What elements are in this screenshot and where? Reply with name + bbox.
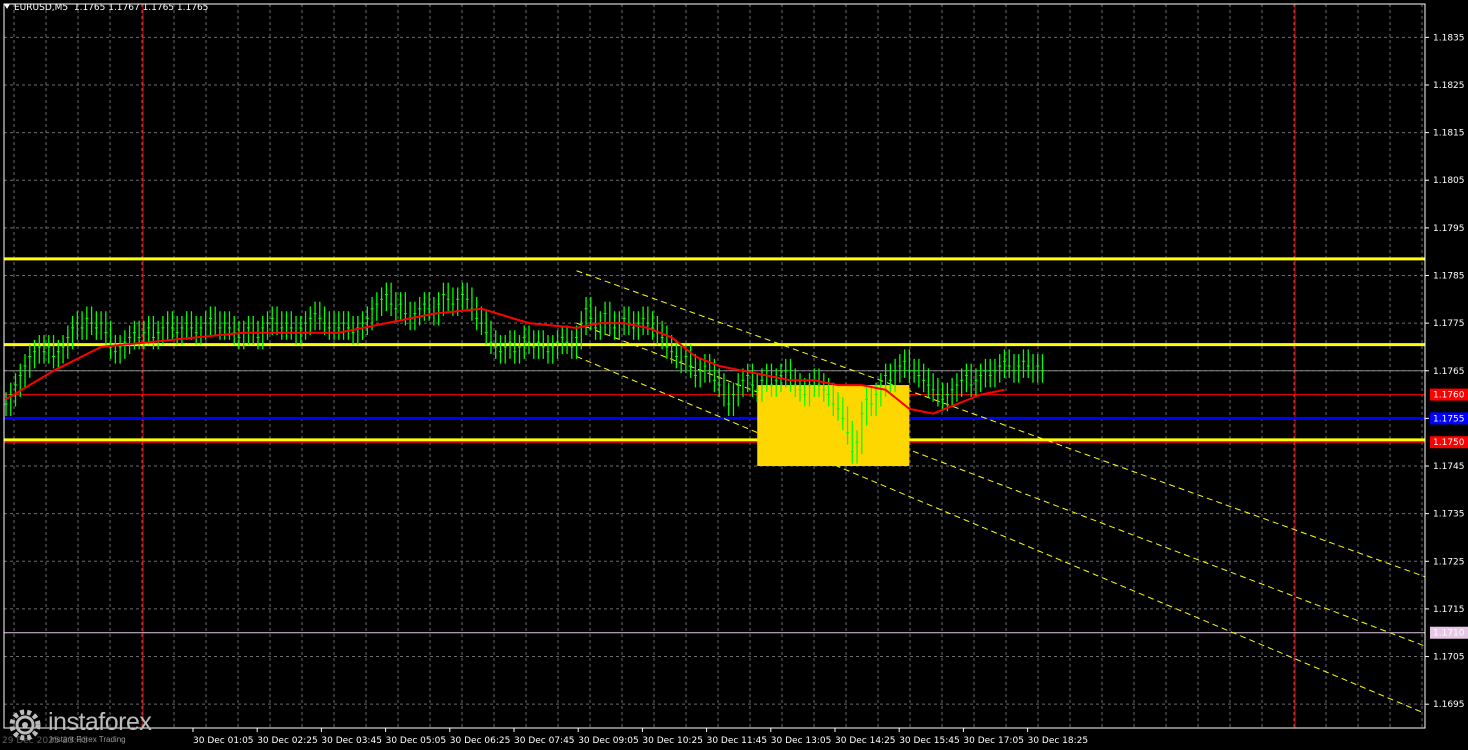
y-tick-label: 1.1725 bbox=[1433, 557, 1465, 567]
x-tick-label: 30 Dec 17:05 bbox=[963, 736, 1024, 746]
y-tick-label: 1.1815 bbox=[1433, 129, 1465, 139]
y-tick-label: 1.1705 bbox=[1433, 653, 1465, 663]
y-tick-label: 1.1825 bbox=[1433, 81, 1465, 91]
x-tick-label: 30 Dec 11:45 bbox=[707, 736, 768, 746]
x-tick-label: 30 Dec 13:05 bbox=[771, 736, 832, 746]
x-tick-label: 30 Dec 03:45 bbox=[321, 736, 382, 746]
price-label: 1.1710 bbox=[1433, 629, 1465, 639]
y-tick-label: 1.1715 bbox=[1433, 605, 1465, 615]
price-label: 1.1765 bbox=[1433, 367, 1465, 377]
y-tick-label: 1.1775 bbox=[1433, 319, 1465, 329]
y-tick-label: 1.1835 bbox=[1433, 33, 1465, 43]
x-tick-label: 30 Dec 05:05 bbox=[386, 736, 447, 746]
gear-icon bbox=[9, 709, 41, 741]
x-tick-label: 30 Dec 18:25 bbox=[1028, 736, 1089, 746]
price-chart[interactable]: 1.1835 1.1825 1.1815 1.1805 1.1795 1.1785 1.17… bbox=[0, 0, 1468, 750]
symbol-label: EURUSD,M5 bbox=[14, 3, 69, 13]
instaforex-logo: instaforex Instant Forex Trading bbox=[2, 704, 178, 750]
x-tick-label: 30 Dec 02:25 bbox=[257, 736, 318, 746]
menu-triangle-icon[interactable] bbox=[4, 4, 10, 9]
x-tick-label: 30 Dec 14:25 bbox=[835, 736, 896, 746]
chart-header: EURUSD,M5 1.1765 1.1767 1.1765 1.1765 bbox=[4, 3, 208, 13]
y-tick-label: 1.1695 bbox=[1433, 700, 1465, 710]
y-tick-label: 1.1745 bbox=[1433, 462, 1465, 472]
logo-tagline: Instant Forex Trading bbox=[50, 735, 126, 744]
y-tick-label: 1.1735 bbox=[1433, 510, 1465, 520]
chart-background bbox=[0, 0, 1468, 750]
x-tick-label: 30 Dec 15:45 bbox=[899, 736, 960, 746]
x-tick-label: 30 Dec 10:25 bbox=[642, 736, 703, 746]
y-tick-label: 1.1795 bbox=[1433, 224, 1465, 234]
ohlc-values: 1.1765 1.1767 1.1765 1.1765 bbox=[73, 3, 209, 13]
price-label: 1.1750 bbox=[1433, 438, 1465, 448]
logo-name: instaforex bbox=[48, 708, 152, 736]
x-tick-label: 30 Dec 01:05 bbox=[193, 736, 254, 746]
x-tick-label: 30 Dec 07:45 bbox=[514, 736, 575, 746]
y-tick-label: 1.1805 bbox=[1433, 176, 1465, 186]
x-tick-label: 30 Dec 06:25 bbox=[450, 736, 511, 746]
price-label: 1.1755 bbox=[1433, 414, 1465, 424]
price-label: 1.1760 bbox=[1433, 391, 1465, 401]
x-tick-label: 30 Dec 09:05 bbox=[578, 736, 639, 746]
y-tick-label: 1.1785 bbox=[1433, 272, 1465, 282]
